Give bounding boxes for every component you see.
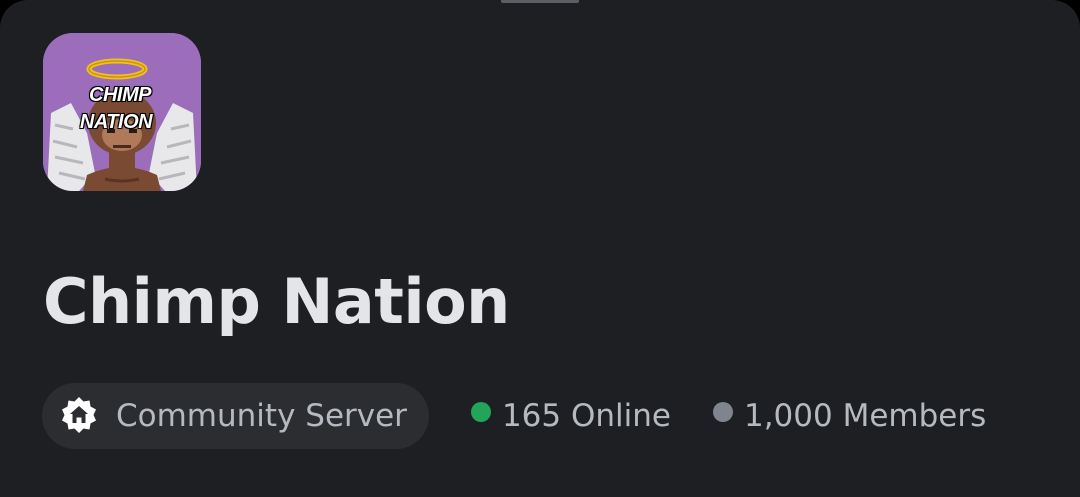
community-server-badge[interactable]: Community Server bbox=[42, 383, 429, 449]
server-name: Chimp Nation bbox=[43, 265, 510, 338]
online-count: 165 Online bbox=[470, 398, 671, 434]
server-type-label: Community Server bbox=[116, 398, 407, 434]
drag-handle[interactable] bbox=[501, 0, 579, 3]
online-status-dot bbox=[470, 402, 491, 422]
home-shield-icon bbox=[62, 397, 96, 433]
logo-text-line1: CHIMP bbox=[89, 84, 151, 106]
member-count-text: 1,000 Members bbox=[743, 398, 987, 434]
online-count-text: 165 Online bbox=[501, 398, 671, 434]
member-count: 1,000 Members bbox=[712, 398, 987, 434]
server-icon: CHIMP NATION bbox=[43, 33, 201, 191]
server-stats-row: Community Server 165 Online 1,000 Member… bbox=[42, 383, 986, 449]
server-profile-sheet: CHIMP NATION Chimp Nation Community Serv… bbox=[0, 0, 1080, 497]
logo-text-line2: NATION bbox=[79, 111, 153, 133]
members-status-dot bbox=[712, 402, 733, 422]
